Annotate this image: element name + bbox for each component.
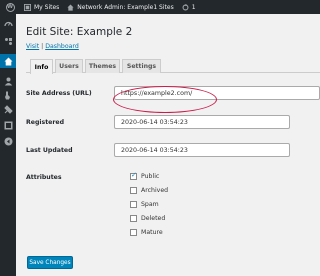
updates-button[interactable]: 1	[178, 0, 200, 14]
public-checkbox[interactable]	[130, 171, 137, 180]
last-updated-input[interactable]: 2020-06-14 03:54:23	[114, 143, 290, 157]
deleted-label: Deleted	[141, 215, 166, 222]
tab-users[interactable]: Users	[55, 59, 83, 73]
dashboard-link[interactable]: Dashboard	[45, 43, 79, 50]
updates-icon	[182, 3, 189, 10]
public-label: Public	[141, 173, 160, 180]
spam-label: Spam	[141, 201, 159, 208]
archived-label: Archived	[141, 187, 169, 194]
mature-label: Mature	[141, 229, 163, 236]
archived-checkbox[interactable]	[130, 187, 137, 194]
mature-checkbox[interactable]	[130, 229, 137, 236]
attribute-deleted[interactable]: Deleted	[130, 215, 165, 222]
link-separator: |	[41, 43, 44, 50]
wordpress-logo-button[interactable]: W	[0, 0, 20, 14]
tab-info[interactable]: Info	[30, 59, 53, 74]
visit-link[interactable]: Visit	[26, 43, 39, 50]
main-content: Edit Site: Example 2 Visit | Dashboard I…	[16, 14, 320, 276]
attribute-mature[interactable]: Mature	[130, 229, 163, 236]
spam-checkbox[interactable]	[130, 201, 137, 208]
network-admin-button[interactable]: Network Admin: Example1 Sites	[63, 0, 177, 14]
admin-bar: W My Sites Network Admin: Example1 Sites…	[0, 0, 320, 14]
registered-input[interactable]: 2020-06-14 03:54:23	[114, 115, 290, 129]
page-title: Edit Site: Example 2	[26, 26, 133, 38]
attribute-public[interactable]: Public	[130, 171, 160, 180]
attribute-archived[interactable]: Archived	[130, 187, 168, 194]
plugins-icon[interactable]	[3, 104, 13, 114]
users-icon[interactable]	[3, 76, 13, 86]
my-sites-button[interactable]: My Sites	[20, 0, 63, 14]
media-icon[interactable]	[3, 36, 13, 46]
wordpress-icon: W	[5, 2, 15, 12]
site-links: Visit | Dashboard	[26, 43, 79, 50]
annotation-circle	[113, 86, 217, 113]
my-sites-label: My Sites	[34, 3, 60, 11]
attribute-spam[interactable]: Spam	[130, 201, 159, 208]
sites-icon	[24, 3, 31, 11]
home-icon	[67, 3, 74, 11]
site-address-label: Site Address (URL)	[26, 90, 92, 97]
dashboard-icon[interactable]	[3, 18, 13, 28]
collapse-menu-icon[interactable]	[3, 136, 13, 146]
settings-icon[interactable]	[3, 120, 13, 130]
themes-icon[interactable]	[3, 90, 13, 100]
network-admin-label: Network Admin: Example1 Sites	[77, 3, 174, 11]
deleted-checkbox[interactable]	[130, 215, 137, 222]
registered-label: Registered	[26, 119, 65, 126]
save-changes-button[interactable]: Save Changes	[27, 256, 73, 269]
updates-count: 1	[191, 3, 196, 11]
admin-sidebar	[0, 14, 16, 276]
tab-settings[interactable]: Settings	[122, 59, 161, 73]
last-updated-label: Last Updated	[26, 147, 73, 154]
tab-themes[interactable]: Themes	[85, 59, 120, 73]
sites-icon[interactable]	[3, 56, 13, 66]
tab-bar: Info Users Themes Settings	[26, 59, 320, 74]
attributes-label: Attributes	[26, 174, 62, 181]
